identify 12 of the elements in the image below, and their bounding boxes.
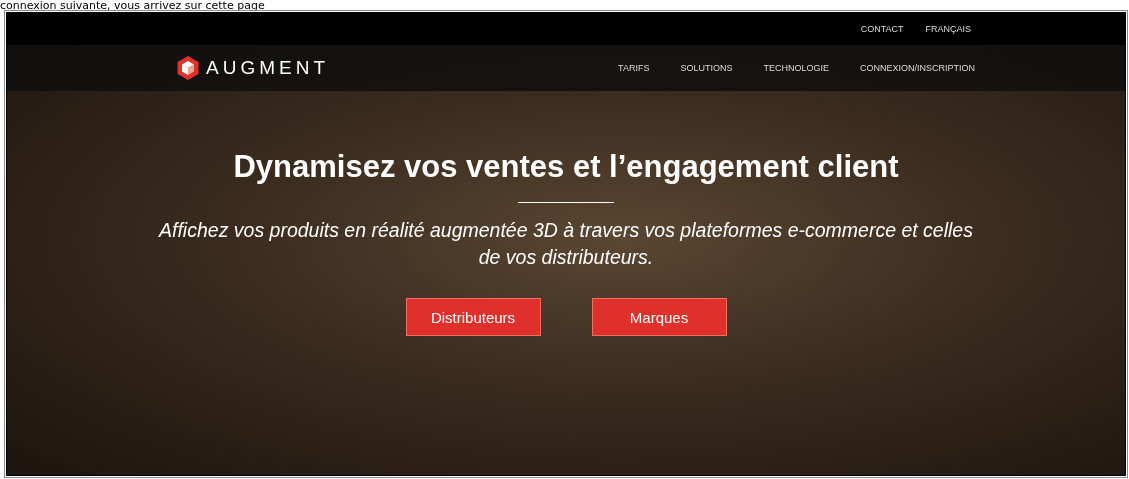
top-link[interactable]: CONTACT — [860, 24, 904, 34]
top-link[interactable]: FRANÇAIS — [925, 24, 971, 34]
nav-link[interactable]: TARIFS — [618, 63, 650, 73]
cta-button[interactable]: Distributeurs — [405, 298, 541, 336]
logo-icon — [177, 56, 199, 80]
nav-link[interactable]: SOLUTIONS — [680, 63, 733, 73]
hero-subtitle: Affichez vos produits en réalité augmentée 3D à travers vos plateformes e-commerce et celles de vos distributeurs. — [157, 218, 974, 270]
nav-link[interactable]: CONNEXION/INSCRIPTION — [860, 63, 975, 73]
nav-link[interactable]: TECHNOLOGIE — [763, 63, 829, 73]
hero-title: Dynamisez vos ventes et l’engagement client — [233, 149, 899, 185]
cta-button[interactable]: Marques — [591, 298, 727, 336]
logo-text: AUGMENT — [206, 57, 329, 79]
